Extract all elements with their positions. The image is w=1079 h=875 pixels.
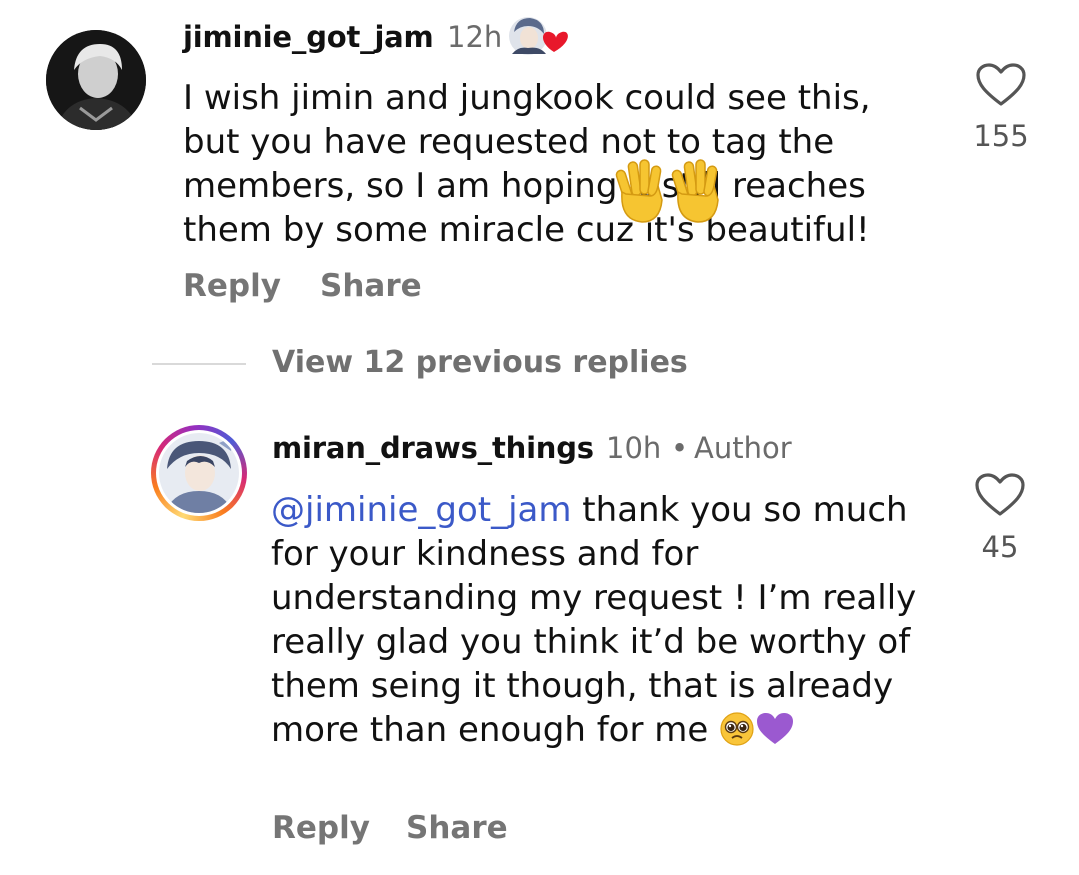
like-count: 45 — [981, 530, 1019, 564]
avatar-photo — [46, 30, 146, 130]
avatar-ring-gap — [156, 430, 242, 516]
heart-outline-icon[interactable] — [974, 472, 1026, 518]
heart-outline-icon[interactable] — [975, 62, 1027, 108]
comment-username[interactable]: miran_draws_things — [272, 431, 594, 465]
avatar-with-heart-sticker — [508, 14, 570, 62]
reply-button[interactable]: Reply — [183, 268, 281, 304]
thread-divider — [152, 363, 246, 365]
avatar — [159, 433, 239, 513]
comment-text: @jiminie_got_jam thank you so much for y… — [271, 488, 951, 758]
share-button[interactable]: Share — [320, 268, 422, 304]
author-badge: Author — [694, 431, 792, 465]
raised-hand-emoji — [668, 156, 724, 226]
avatar[interactable] — [46, 30, 146, 130]
purple-heart-emoji — [755, 711, 795, 758]
like-count: 155 — [973, 119, 1029, 153]
view-previous-replies-button[interactable]: View 12 previous replies — [272, 345, 688, 380]
pleading-face-emoji — [719, 711, 755, 758]
share-button[interactable]: Share — [406, 810, 508, 846]
raised-hand-emoji — [612, 156, 668, 226]
comment-username[interactable]: jiminie_got_jam — [183, 20, 434, 54]
comment-timestamp: 12h — [447, 20, 503, 54]
mention-link[interactable]: @jiminie_got_jam — [271, 490, 572, 530]
meta-separator: • — [671, 431, 689, 465]
story-ring-avatar[interactable] — [151, 425, 247, 521]
comment-timestamp: 10h — [606, 431, 662, 465]
reply-button[interactable]: Reply — [272, 810, 370, 846]
comment-text: I wish jimin and jungkook could see this… — [183, 78, 871, 250]
